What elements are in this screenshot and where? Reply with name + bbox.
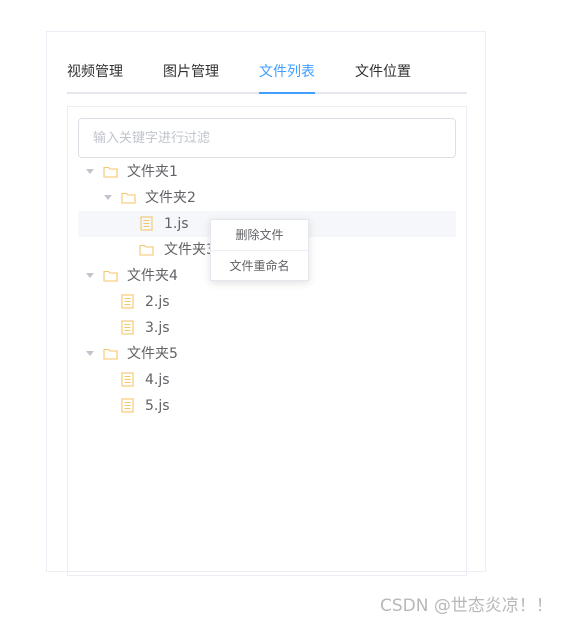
tab-file-list[interactable]: 文件列表 — [259, 60, 315, 92]
file-manager-card: 视频管理 图片管理 文件列表 文件位置 文件夹1 文件夹2 — [46, 31, 486, 576]
context-menu: 删除文件 文件重命名 — [210, 219, 309, 281]
tree-node-label: 1.js — [164, 216, 189, 232]
tab-image-management[interactable]: 图片管理 — [163, 60, 219, 92]
tree-node-folder[interactable]: 文件夹5 — [78, 341, 456, 367]
tree-node-file[interactable]: 5.js — [78, 393, 456, 419]
file-tree-panel: 文件夹1 文件夹2 1.js 文件夹3 — [67, 106, 467, 576]
tab-bar: 视频管理 图片管理 文件列表 文件位置 — [67, 60, 467, 94]
file-icon — [121, 294, 134, 309]
caret-down-icon[interactable] — [104, 195, 112, 200]
tree-node-label: 文件夹1 — [127, 164, 178, 180]
tree-node-folder[interactable]: 文件夹1 — [78, 159, 456, 185]
tree-node-label: 3.js — [145, 320, 170, 336]
filter-input[interactable] — [78, 118, 456, 158]
tree-node-label: 文件夹3 — [164, 242, 215, 258]
folder-icon — [103, 270, 118, 282]
file-icon — [121, 398, 134, 413]
folder-icon — [121, 192, 136, 204]
tree-node-folder[interactable]: 文件夹2 — [78, 185, 456, 211]
tree-node-file[interactable]: 2.js — [78, 289, 456, 315]
file-icon — [140, 216, 153, 231]
delete-file-menu-item[interactable]: 删除文件 — [211, 220, 308, 250]
file-icon — [121, 320, 134, 335]
tab-file-location[interactable]: 文件位置 — [355, 60, 411, 92]
tree-node-label: 2.js — [145, 294, 170, 310]
tree-node-file[interactable]: 3.js — [78, 315, 456, 341]
folder-icon — [103, 166, 118, 178]
caret-down-icon[interactable] — [86, 273, 94, 278]
tree-node-label: 文件夹2 — [145, 190, 196, 206]
tree-node-label: 文件夹5 — [127, 346, 178, 362]
caret-down-icon[interactable] — [86, 169, 94, 174]
folder-icon — [103, 348, 118, 360]
tree-node-label: 4.js — [145, 372, 170, 388]
tree-node-label: 文件夹4 — [127, 268, 178, 284]
caret-down-icon[interactable] — [86, 351, 94, 356]
rename-file-menu-item[interactable]: 文件重命名 — [211, 251, 308, 281]
folder-icon — [139, 244, 154, 256]
active-tab-indicator — [259, 92, 315, 94]
watermark: CSDN @世态炎凉！！ — [380, 596, 553, 616]
tree-node-label: 5.js — [145, 398, 170, 414]
tab-video-management[interactable]: 视频管理 — [67, 60, 123, 92]
tree-node-file[interactable]: 4.js — [78, 367, 456, 393]
file-icon — [121, 372, 134, 387]
